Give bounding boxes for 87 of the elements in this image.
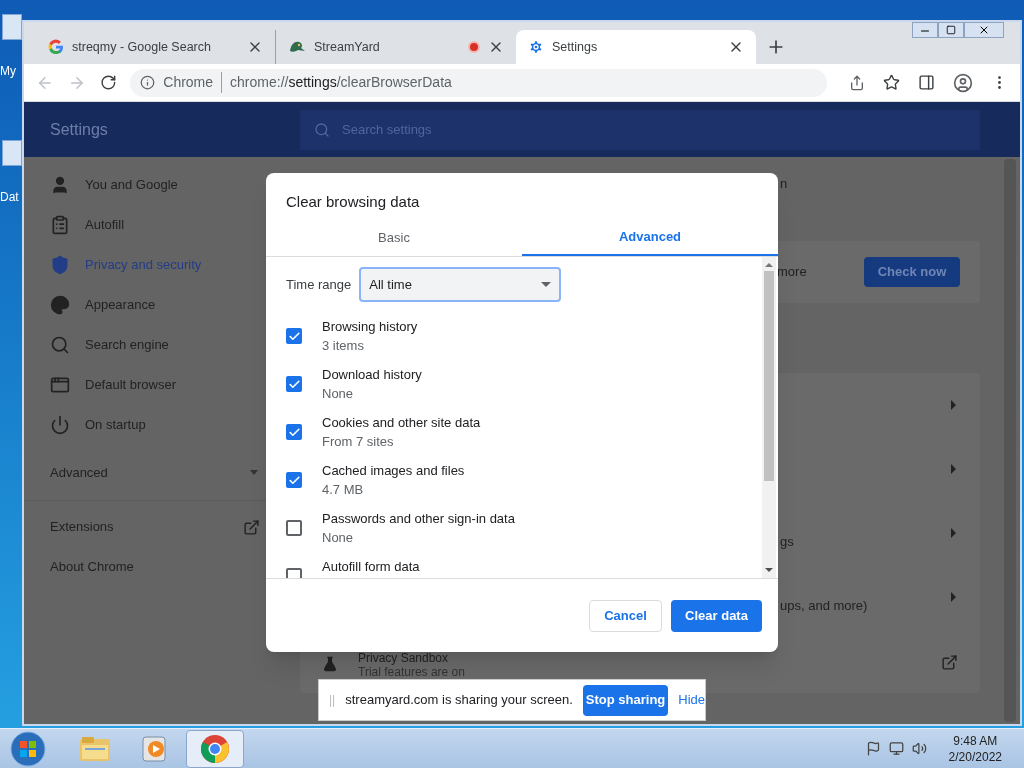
caret-right-icon[interactable] (951, 528, 956, 538)
dialog-tab[interactable]: Advanced (522, 219, 778, 256)
tab-title: Settings (552, 38, 599, 56)
caret-right-icon[interactable] (951, 592, 956, 602)
option-detail: 4.7 MB (322, 481, 365, 499)
external-link-icon[interactable] (941, 654, 958, 671)
share-message: streamyard.com is sharing your screen. (345, 691, 573, 710)
maximize-icon[interactable] (938, 22, 964, 38)
volume-icon[interactable] (911, 741, 927, 756)
time-range-label: Time range (286, 275, 352, 294)
option-label: Passwords and other sign-in data (322, 510, 515, 528)
caret-icon (250, 470, 258, 475)
option-label: Browsing history (322, 318, 418, 336)
sidebar-item[interactable]: Privacy and security (24, 245, 260, 285)
caret-right-icon[interactable] (951, 464, 956, 474)
dialog-tab[interactable]: Basic (266, 219, 522, 256)
sidebar-link[interactable]: Extensions (24, 507, 300, 547)
hide-link[interactable]: Hide (678, 690, 705, 710)
option-detail: None (322, 385, 355, 403)
settings-icon (528, 39, 544, 55)
option-label: Cookies and other site data (322, 414, 481, 432)
heading-text: n (780, 176, 788, 191)
dropdown-caret-icon (541, 282, 552, 287)
drag-handle[interactable]: || (329, 691, 336, 709)
chrome-logo-icon (200, 733, 230, 764)
checkbox[interactable] (286, 520, 302, 536)
sidebar-item[interactable]: Autofill (24, 205, 260, 245)
desktop-icon-label: My (0, 64, 16, 78)
network-icon[interactable] (888, 741, 904, 756)
checkbox[interactable] (286, 472, 302, 488)
option-label: Download history (322, 366, 422, 384)
share-icon[interactable] (849, 74, 865, 91)
power-icon (50, 415, 70, 435)
bookmark-star-icon[interactable] (883, 74, 900, 91)
info-icon (140, 75, 156, 90)
checkbox[interactable] (286, 376, 302, 392)
site-label: Chrome (163, 72, 223, 93)
browser-tab[interactable]: Settings (516, 30, 756, 64)
checkbox[interactable] (286, 328, 302, 344)
sidebar-item[interactable]: On startup (24, 405, 260, 445)
sidebar-item[interactable]: Appearance (24, 285, 260, 325)
stop-sharing-button[interactable]: Stop sharing (582, 684, 669, 716)
search-icon (50, 335, 70, 355)
profile-icon[interactable] (953, 72, 973, 93)
reload-icon[interactable] (99, 74, 117, 91)
folder-icon (79, 734, 111, 763)
cancel-button[interactable]: Cancel (589, 599, 662, 632)
option-label: Cached images and files (322, 462, 465, 480)
row-title: Privacy Sandbox (358, 652, 450, 665)
dialog-scrollbar[interactable] (762, 257, 776, 578)
address-bar[interactable]: Chrome chrome://settings/clearBrowserData (130, 68, 827, 97)
settings-title: Settings (49, 119, 109, 140)
dialog-title: Clear browsing data (285, 192, 421, 212)
browser-tab[interactable]: StreamYard (276, 30, 516, 64)
tab-title: StreamYard (314, 38, 381, 56)
row-text: ups, and more) (780, 597, 868, 616)
flask-icon (322, 656, 338, 672)
palette-icon (50, 295, 70, 315)
sidebar-item[interactable]: You and Google (24, 165, 260, 205)
taskbar-button[interactable] (186, 729, 244, 768)
option-label: Autofill form data (322, 558, 420, 576)
time-range-select[interactable]: All time (359, 267, 562, 302)
card-text: more (777, 263, 807, 282)
desktop-icon-label: Dat (0, 190, 19, 204)
clipboard-icon (50, 215, 70, 235)
start-button-icon[interactable] (10, 730, 46, 767)
shield-icon (50, 255, 70, 275)
sidebar-item[interactable]: Search engine (24, 325, 260, 365)
option-detail: 3 items (322, 337, 365, 355)
checkbox[interactable] (286, 424, 302, 440)
flag-icon[interactable] (865, 741, 881, 756)
person-icon (50, 175, 70, 195)
sidebar-item[interactable]: Default browser (24, 365, 260, 405)
clock[interactable]: 9:48 AM 2/20/2022 (948, 732, 1002, 765)
option-detail: None (322, 529, 355, 547)
minimize-icon[interactable] (912, 22, 938, 38)
row-text: gs (780, 533, 794, 552)
check-now-button[interactable]: Check now (864, 257, 960, 287)
option-detail: From 7 sites (322, 433, 395, 451)
google-logo-icon (48, 39, 64, 55)
clear-data-button[interactable]: Clear data (671, 599, 762, 632)
url-text: chrome://settings/clearBrowserData (230, 73, 452, 92)
browser-window-icon (50, 375, 70, 395)
caret-right-icon[interactable] (951, 400, 956, 410)
tab-title: streqmy - Google Search (72, 38, 212, 56)
search-icon (314, 121, 330, 138)
side-panel-icon[interactable] (918, 74, 935, 91)
